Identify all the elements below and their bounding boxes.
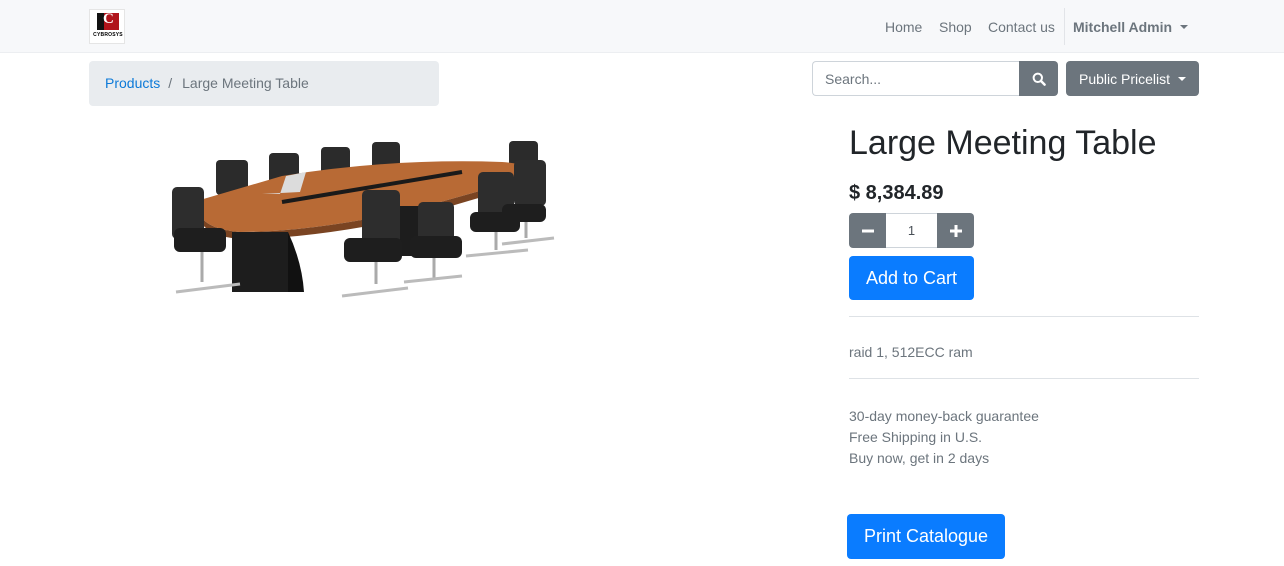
term-delivery: Buy now, get in 2 days bbox=[849, 450, 990, 466]
nav-link-home[interactable]: Home bbox=[885, 19, 922, 35]
product-title: Large Meeting Table bbox=[849, 124, 1157, 162]
print-catalogue-button[interactable]: Print Catalogue bbox=[847, 514, 1005, 559]
product-description: raid 1, 512ECC ram bbox=[849, 344, 973, 360]
caret-down-icon bbox=[1178, 76, 1187, 81]
product-price: $ 8,384.89 bbox=[849, 182, 944, 204]
quantity-increase-button[interactable] bbox=[937, 213, 974, 248]
minus-icon bbox=[861, 229, 874, 232]
breadcrumb-separator: / bbox=[168, 75, 173, 91]
product-terms: 30-day money-back guarantee Free Shippin… bbox=[849, 406, 1039, 469]
search-button[interactable] bbox=[1019, 61, 1058, 96]
nav-link-shop[interactable]: Shop bbox=[939, 19, 972, 35]
divider bbox=[849, 378, 1199, 379]
top-navbar: C CYBROSYS Home Shop Contact us Mitchell… bbox=[0, 0, 1284, 53]
logo-text: CYBROSYS bbox=[93, 32, 123, 38]
plus-icon bbox=[949, 224, 962, 237]
nav-divider bbox=[1064, 8, 1065, 45]
add-to-cart-button[interactable]: Add to Cart bbox=[849, 256, 974, 300]
term-shipping: Free Shipping in U.S. bbox=[849, 429, 983, 445]
breadcrumb-products-link[interactable]: Products bbox=[105, 75, 160, 91]
product-image[interactable] bbox=[162, 132, 562, 312]
breadcrumb: Products / Large Meeting Table bbox=[89, 61, 439, 106]
divider bbox=[849, 316, 1199, 317]
breadcrumb-current: Large Meeting Table bbox=[182, 75, 309, 91]
logo-letter: C bbox=[103, 11, 114, 27]
user-name: Mitchell Admin bbox=[1073, 19, 1173, 35]
nav-link-contact[interactable]: Contact us bbox=[988, 19, 1055, 35]
user-menu-toggle[interactable]: Mitchell Admin bbox=[1073, 19, 1189, 35]
caret-down-icon bbox=[1180, 25, 1189, 29]
company-logo[interactable]: C CYBROSYS bbox=[89, 9, 125, 44]
search-input[interactable] bbox=[812, 61, 1020, 96]
pricelist-label: Public Pricelist bbox=[1079, 70, 1171, 87]
pricelist-dropdown[interactable]: Public Pricelist bbox=[1066, 61, 1199, 96]
quantity-decrease-button[interactable] bbox=[849, 213, 886, 248]
search-icon bbox=[1032, 72, 1046, 86]
term-guarantee: 30-day money-back guarantee bbox=[849, 408, 1039, 424]
quantity-input[interactable] bbox=[886, 213, 937, 248]
